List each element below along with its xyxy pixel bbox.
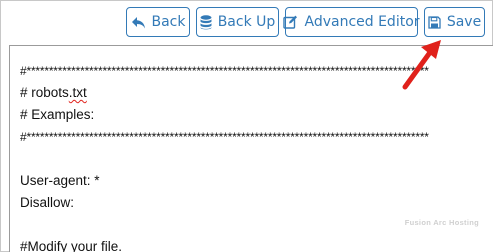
- file-editor-panel: Back Back Up Advanced Editor Save #*****…: [0, 0, 493, 252]
- back-button-label: Back: [151, 14, 186, 30]
- floppy-disk-icon: [428, 15, 441, 29]
- text-line: User-agent: *: [20, 173, 100, 188]
- text-line: #Modify your file.: [20, 239, 123, 252]
- save-button[interactable]: Save: [424, 7, 485, 37]
- text-line: Disallow:: [20, 195, 75, 210]
- watermark: Fusion Arc Hosting: [404, 218, 479, 227]
- backup-button[interactable]: Back Up: [196, 7, 279, 37]
- text-line: # robots.txt: [20, 82, 490, 104]
- advanced-editor-button[interactable]: Advanced Editor: [283, 7, 420, 37]
- save-button-label: Save: [446, 14, 482, 30]
- text-line: #***************************************…: [20, 130, 429, 144]
- advanced-editor-button-label: Advanced Editor: [304, 14, 420, 30]
- text-line: # Examples:: [20, 107, 95, 122]
- spellcheck-underlined-word: .txt: [68, 85, 87, 100]
- editor-toolbar: Back Back Up Advanced Editor Save: [1, 7, 493, 39]
- backup-button-label: Back Up: [217, 14, 276, 30]
- database-icon: [200, 14, 212, 30]
- edit-square-icon: [283, 15, 298, 29]
- text-segment: # robots: [20, 85, 69, 100]
- reply-arrow-icon: [131, 16, 146, 29]
- file-content-textarea[interactable]: #***************************************…: [9, 45, 493, 252]
- text-line: #***************************************…: [20, 64, 429, 78]
- back-button[interactable]: Back: [126, 7, 190, 37]
- text-line: [20, 148, 490, 170]
